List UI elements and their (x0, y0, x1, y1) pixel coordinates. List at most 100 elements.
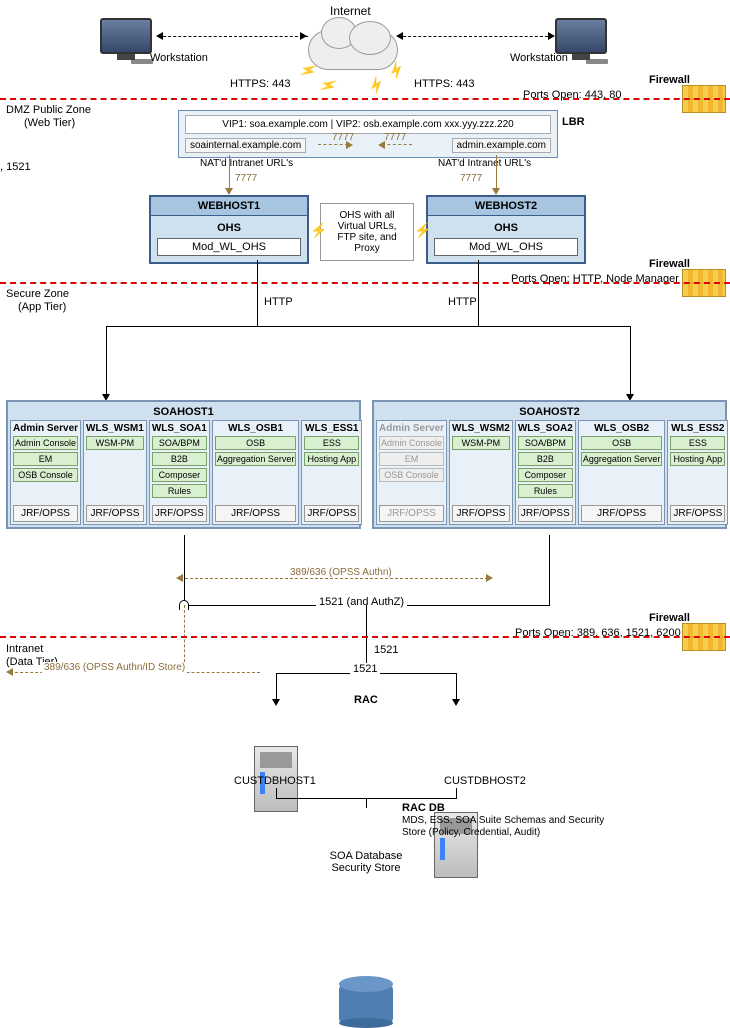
internet-label: Internet (330, 4, 371, 18)
left-port-fragment: , 1521 (0, 161, 31, 173)
lbr-vip-line: VIP1: soa.example.com | VIP2: osb.exampl… (185, 115, 551, 134)
jrf-label: JRF/OPSS (670, 505, 725, 522)
soahost1-slot-4: WLS_ESS1 ESS Hosting App JRF/OPSS (301, 420, 362, 525)
soahost1-slot-2: WLS_SOA1SOA/BPMB2BComposerRulesJRF/OPSS (149, 420, 210, 525)
component-pill: Rules (152, 484, 207, 498)
component-pill: EM (13, 452, 78, 466)
soahost1-title: SOAHOST1 (10, 404, 357, 420)
component-pill: OSB Console (379, 468, 444, 482)
soahost1: SOAHOST1 Admin Server Admin Console EM OSB … (6, 400, 361, 529)
webhost2-mod: Mod_WL_OHS (434, 238, 578, 256)
bolt-icon: ⚡ (317, 74, 341, 97)
jrf-label: JRF/OPSS (379, 505, 444, 522)
lbr-box: VIP1: soa.example.com | VIP2: osb.exampl… (178, 110, 558, 158)
slot-header: WLS_WSM1 (86, 423, 144, 434)
port-7777-l: 7777 (235, 173, 257, 184)
component-pill: OSB (215, 436, 297, 450)
rac-db-desc: MDS, ESS, SOA Suite Schemas and Security… (402, 815, 622, 839)
jrf-label: JRF/OPSS (152, 505, 207, 522)
opss-id-store: 389/636 (OPSS Authn/ID Store) (42, 662, 187, 673)
webhost2-title: WEBHOST2 (428, 197, 584, 216)
soahost1-slot-3: WLS_OSB1 OSB Aggregation Server JRF/OPSS (212, 420, 300, 525)
component-pill: ESS (304, 436, 359, 450)
http-left: HTTP (264, 296, 293, 308)
component-pill: Admin Console (379, 436, 444, 450)
slot-header: Admin Server (13, 423, 78, 434)
opss-authn-label: 389/636 (OPSS Authn) (287, 567, 395, 578)
soahost2-slot-4: WLS_ESS2ESSHosting AppJRF/OPSS (667, 420, 728, 525)
slot-header: WLS_OSB1 (215, 423, 297, 434)
component-pill: Aggregation Server (581, 452, 663, 466)
jrf-label: JRF/OPSS (215, 505, 297, 522)
soahost2: SOAHOST2 Admin Server Admin Console EM OSB … (372, 400, 727, 529)
slot-header: Admin Server (379, 423, 444, 434)
firewall1-line (0, 98, 730, 100)
fw1-zone-sub: (Web Tier) (24, 117, 75, 129)
component-pill: EM (379, 452, 444, 466)
dbhost2-label: CUSTDBHOST2 (444, 775, 526, 787)
https-right: HTTPS: 443 (414, 78, 475, 90)
rac-db-footer1: SOA Database (306, 850, 426, 862)
jrf-label: JRF/OPSS (452, 505, 510, 522)
component-pill: WSM-PM (452, 436, 510, 450)
component-pill: OSB Console (13, 468, 78, 482)
jrf-label: JRF/OPSS (304, 505, 359, 522)
https-left: HTTPS: 443 (230, 78, 291, 90)
component-pill: Composer (518, 468, 573, 482)
slot-header: WLS_WSM2 (452, 423, 510, 434)
workstation-right-icon (555, 18, 607, 54)
soahost2-slot-1: WLS_WSM2 WSM-PM JRF/OPSS (449, 420, 513, 525)
fw3-zone: Intranet (6, 643, 43, 655)
soahost2-slot-2: WLS_SOA2 SOA/BPM B2B Composer Rules JRF/OPSS (515, 420, 576, 525)
workstation-left-icon (100, 18, 152, 54)
slot-header: WLS_ESS1 (304, 423, 359, 434)
http-right: HTTP (448, 296, 477, 308)
dbhost1-label: CUSTDBHOST1 (234, 775, 316, 787)
lbr-left-url: soainternal.example.com (185, 138, 306, 153)
ohs-description: OHS with all Virtual URLs, FTP site, and… (320, 203, 414, 261)
internet-cloud-icon (308, 30, 398, 70)
component-pill: OSB (581, 436, 663, 450)
rac-label: RAC (354, 694, 378, 706)
port-7777-a: 7777 (332, 132, 354, 143)
soahost2-slot-0: Admin Server Admin Console EM OSB Console JR… (376, 420, 447, 525)
component-pill: SOA/BPM (518, 436, 573, 450)
rac-db-title: RAC DB (402, 802, 445, 814)
component-pill: Hosting App (304, 452, 359, 466)
bolt-icon: ⚡ (365, 74, 389, 97)
workstation-left-label: Workstation (150, 52, 208, 64)
webhost1: WEBHOST1 OHS Mod_WL_OHS (149, 195, 309, 264)
firewall3-line (0, 636, 730, 638)
fw2-zone-sub: (App Tier) (18, 301, 66, 313)
component-pill: WSM-PM (86, 436, 144, 450)
slot-header: WLS_SOA2 (518, 423, 573, 434)
authz-label: 1521 (and AuthZ) (316, 596, 407, 608)
soahost1-slot-1: WLS_WSM1 WSM-PM JRF/OPSS (83, 420, 147, 525)
component-pill: B2B (152, 452, 207, 466)
port-1521-a: 1521 (374, 644, 398, 656)
soahost2-slot-3: WLS_OSB2 OSB Aggregation Server JRF/OPSS (578, 420, 666, 525)
component-pill: Rules (518, 484, 573, 498)
nat-right: NAT'd Intranet URL's (438, 158, 531, 169)
webhost1-title: WEBHOST1 (151, 197, 307, 216)
component-pill: Aggregation Server (215, 452, 297, 466)
soahost1-slot-0: Admin Server Admin Console EM OSB Console JR… (10, 420, 81, 525)
component-pill: B2B (518, 452, 573, 466)
fw2-zone: Secure Zone (6, 288, 69, 300)
jrf-label: JRF/OPSS (13, 505, 78, 522)
component-pill: Admin Console (13, 436, 78, 450)
webhost2: WEBHOST2 OHS Mod_WL_OHS (426, 195, 586, 264)
slot-header: WLS_OSB2 (581, 423, 663, 434)
lbr-tag: LBR (562, 116, 585, 128)
component-pill: Hosting App (670, 452, 725, 466)
webhost1-ohs: OHS (157, 222, 301, 234)
jrf-label: JRF/OPSS (518, 505, 573, 522)
port-7777-b: 7777 (384, 132, 406, 143)
component-pill: Composer (152, 468, 207, 482)
component-pill: SOA/BPM (152, 436, 207, 450)
workstation-right-label: Workstation (510, 52, 568, 64)
jrf-label: JRF/OPSS (581, 505, 663, 522)
component-pill: ESS (670, 436, 725, 450)
jrf-label: JRF/OPSS (86, 505, 144, 522)
soahost2-title: SOAHOST2 (376, 404, 723, 420)
